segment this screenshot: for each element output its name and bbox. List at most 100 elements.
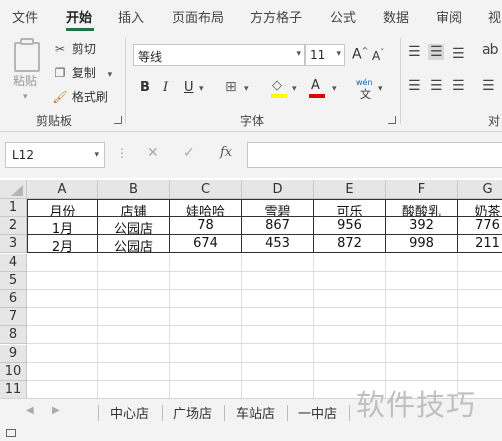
cell-c5[interactable] (170, 272, 242, 290)
prev-sheet-icon[interactable]: ◀ (26, 405, 34, 416)
row-header-1[interactable]: 1 (0, 199, 27, 217)
cell-a7[interactable] (27, 308, 98, 326)
cell-e2[interactable]: 956 (314, 217, 386, 235)
cell-f10[interactable] (386, 363, 458, 381)
cell-a8[interactable] (27, 326, 98, 344)
tab-page-layout[interactable]: 页面布局 (172, 7, 224, 26)
grow-font-button[interactable]: A^ (352, 46, 368, 63)
cell-g9[interactable] (458, 345, 502, 363)
cell-d3[interactable]: 453 (242, 235, 314, 253)
row-header-8[interactable]: 8 (0, 326, 27, 344)
cell-g3[interactable]: 211 (458, 235, 502, 253)
sheet-tab-no1-school[interactable]: 一中店 (298, 403, 337, 422)
fill-color-icon[interactable]: ◇ (272, 78, 282, 93)
row-header-6[interactable]: 6 (0, 290, 27, 308)
cell-b1[interactable]: 店铺 (98, 199, 170, 217)
tab-view[interactable]: 视 (488, 7, 501, 26)
cell-d9[interactable] (242, 345, 314, 363)
tab-fangfang-grid[interactable]: 方方格子 (250, 7, 302, 26)
cancel-icon[interactable]: ✕ (147, 145, 159, 161)
cell-d5[interactable] (242, 272, 314, 290)
next-sheet-icon[interactable]: ▶ (52, 405, 60, 416)
cell-c7[interactable] (170, 308, 242, 326)
cell-f9[interactable] (386, 345, 458, 363)
shrink-font-button[interactable]: Aˇ (372, 48, 384, 63)
cell-g1[interactable]: 奶茶 (458, 199, 502, 217)
cell-f2[interactable]: 392 (386, 217, 458, 235)
cell-b5[interactable] (98, 272, 170, 290)
cell-g8[interactable] (458, 326, 502, 344)
cell-d11[interactable] (242, 381, 314, 398)
cell-e7[interactable] (314, 308, 386, 326)
row-header-7[interactable]: 7 (0, 308, 27, 326)
cell-a6[interactable] (27, 290, 98, 308)
cell-g2[interactable]: 776 (458, 217, 502, 235)
cell-f1[interactable]: 酸酸乳 (386, 199, 458, 217)
cell-b11[interactable] (98, 381, 170, 398)
format-painter-button[interactable]: 🖌 格式刷 (52, 88, 107, 105)
cell-f5[interactable] (386, 272, 458, 290)
insert-function-icon[interactable]: fx (220, 145, 232, 160)
formula-input[interactable] (247, 142, 502, 168)
tab-formulas[interactable]: 公式 (330, 7, 356, 26)
cut-button[interactable]: ✂ 剪切 (52, 40, 96, 57)
cell-d8[interactable] (242, 326, 314, 344)
row-header-9[interactable]: 9 (0, 345, 27, 363)
row-header-2[interactable]: 2 (0, 217, 27, 235)
cell-b10[interactable] (98, 363, 170, 381)
cell-c6[interactable] (170, 290, 242, 308)
cell-c8[interactable] (170, 326, 242, 344)
cell-e3[interactable]: 872 (314, 235, 386, 253)
cell-e1[interactable]: 可乐 (314, 199, 386, 217)
sheet-tab-square[interactable]: 广场店 (173, 403, 212, 422)
column-header-f[interactable]: F (386, 180, 458, 199)
cell-b4[interactable] (98, 254, 170, 272)
select-all-button[interactable] (0, 180, 27, 199)
bold-button[interactable]: B (140, 80, 150, 95)
row-header-5[interactable]: 5 (0, 272, 27, 290)
orientation-icon[interactable]: ab (482, 42, 499, 58)
align-left-icon[interactable]: ☰ (408, 78, 421, 94)
cell-d10[interactable] (242, 363, 314, 381)
cell-c11[interactable] (170, 381, 242, 398)
cell-c1[interactable]: 娃哈哈 (170, 199, 242, 217)
cell-b7[interactable] (98, 308, 170, 326)
border-icon[interactable]: ⊞ (225, 79, 237, 95)
tab-file[interactable]: 文件 (12, 7, 38, 26)
cell-b6[interactable] (98, 290, 170, 308)
column-header-g[interactable]: G (458, 180, 502, 199)
confirm-icon[interactable]: ✓ (183, 145, 195, 161)
align-right-icon[interactable]: ☰ (452, 78, 465, 94)
cell-e6[interactable] (314, 290, 386, 308)
cell-b9[interactable] (98, 345, 170, 363)
column-header-e[interactable]: E (314, 180, 386, 199)
worksheet-grid[interactable]: A B C D E F G 1 月份 店铺 娃哈哈 雪碧 可乐 酸酸乳 奶茶 2 1月 公园店 78 867 956 39… (0, 180, 502, 398)
row-header-10[interactable]: 10 (0, 363, 27, 381)
cell-e4[interactable] (314, 254, 386, 272)
font-color-icon[interactable]: A (311, 78, 320, 93)
cell-b2[interactable]: 公园店 (98, 217, 170, 235)
cell-e8[interactable] (314, 326, 386, 344)
cell-g4[interactable] (458, 254, 502, 272)
name-box[interactable]: L12 ▾ (5, 142, 105, 168)
cell-e9[interactable] (314, 345, 386, 363)
cell-f6[interactable] (386, 290, 458, 308)
cell-a3[interactable]: 2月 (27, 235, 98, 253)
align-center-icon[interactable]: ☰ (430, 78, 443, 94)
copy-button[interactable]: ❐ 复制 ▾ (52, 64, 113, 81)
cell-a10[interactable] (27, 363, 98, 381)
cell-f4[interactable] (386, 254, 458, 272)
cell-c2[interactable]: 78 (170, 217, 242, 235)
cell-b8[interactable] (98, 326, 170, 344)
cell-d6[interactable] (242, 290, 314, 308)
cell-a9[interactable] (27, 345, 98, 363)
indent-icon[interactable]: ☰ (482, 78, 495, 94)
cell-a2[interactable]: 1月 (27, 217, 98, 235)
italic-button[interactable]: I (163, 80, 168, 95)
cell-g6[interactable] (458, 290, 502, 308)
clipboard-launcher-icon[interactable] (114, 116, 122, 124)
column-header-b[interactable]: B (98, 180, 170, 199)
tab-review[interactable]: 审阅 (436, 7, 462, 26)
cell-f3[interactable]: 998 (386, 235, 458, 253)
tab-home[interactable]: 开始 (66, 7, 92, 26)
